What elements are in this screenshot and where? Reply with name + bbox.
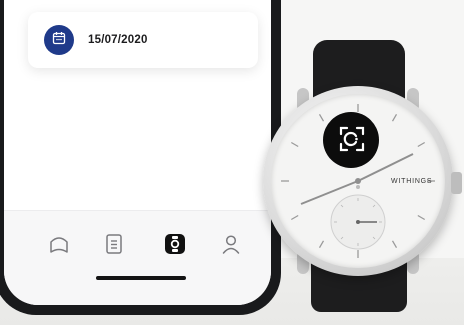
- tab-bar: [4, 210, 271, 305]
- phone-screen: 15/07/2020: [4, 0, 271, 305]
- watch-crown: [451, 172, 462, 194]
- calendar-icon: [52, 31, 66, 50]
- tab-device[interactable]: [162, 233, 188, 259]
- tab-home[interactable]: [46, 233, 72, 259]
- focus-sync-icon: [339, 126, 365, 157]
- date-label: 15/07/2020: [88, 34, 148, 46]
- watch-icon: [163, 232, 187, 261]
- calendar-badge: [44, 25, 74, 55]
- tab-documents[interactable]: [101, 233, 127, 259]
- home-indicator[interactable]: [96, 276, 186, 280]
- watch-brand-label: WITHINGS: [391, 178, 433, 185]
- document-icon: [103, 233, 125, 260]
- date-card[interactable]: 15/07/2020: [28, 12, 258, 68]
- phone-frame: 15/07/2020: [0, 0, 281, 315]
- profile-icon: [220, 233, 242, 260]
- tab-profile[interactable]: [218, 233, 244, 259]
- home-icon: [48, 233, 70, 260]
